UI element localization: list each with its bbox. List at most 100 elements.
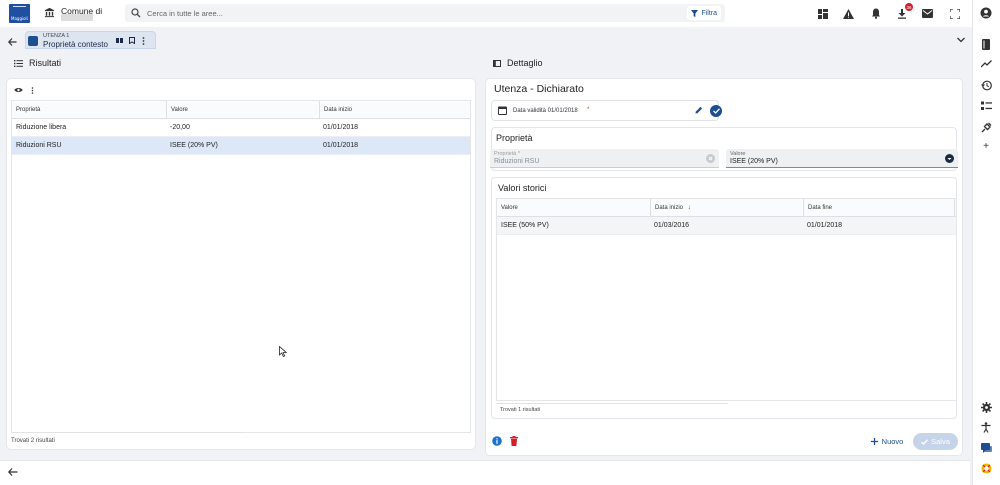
dashboard-icon[interactable] bbox=[815, 6, 830, 21]
column-header-valore[interactable]: Valore bbox=[497, 199, 650, 217]
check-icon bbox=[921, 438, 929, 445]
results-panel: Proprietà Valore Data inizio Riduzione l… bbox=[6, 78, 476, 450]
sort-desc-icon[interactable]: ↓ bbox=[688, 205, 691, 211]
column-header-valore[interactable]: Valore bbox=[166, 101, 319, 119]
divider bbox=[11, 432, 243, 433]
tab-supertitle: UTENZA 1 bbox=[43, 33, 70, 39]
add-widget-icon[interactable]: + bbox=[980, 140, 992, 152]
results-header: Risultati bbox=[14, 58, 61, 68]
cell-data-fine: 01/01/2018 bbox=[807, 222, 843, 229]
mail-icon[interactable] bbox=[920, 6, 935, 21]
cell-valore: ISEE (50% PV) bbox=[501, 222, 549, 229]
property-field-value: Riduzioni RSU bbox=[494, 158, 540, 165]
filter-label: Filtra bbox=[701, 9, 717, 17]
logo-text: Maggioli bbox=[11, 16, 28, 21]
table-row[interactable]: Riduzione libera -20,00 01/01/2018 bbox=[12, 119, 470, 137]
search-input[interactable] bbox=[147, 7, 647, 19]
plus-icon bbox=[870, 438, 878, 445]
info-icon[interactable] bbox=[492, 436, 502, 446]
document-icon bbox=[28, 36, 38, 46]
column-divider bbox=[954, 199, 956, 217]
property-field-disabled: Proprietà * Riduzioni RSU bbox=[490, 149, 719, 168]
column-header-data-fine[interactable]: Data fine bbox=[803, 199, 956, 217]
list-check-icon[interactable] bbox=[980, 100, 992, 112]
properties-title: Proprietà bbox=[496, 133, 533, 143]
book-icon[interactable] bbox=[980, 38, 992, 50]
required-marker: * bbox=[587, 107, 590, 113]
value-field-value: ISEE (20% PV) bbox=[730, 158, 778, 165]
new-button-label: Nuovo bbox=[881, 437, 904, 446]
back-arrow-icon[interactable] bbox=[8, 38, 17, 46]
dropdown-icon[interactable] bbox=[945, 154, 954, 163]
clear-icon bbox=[706, 154, 715, 163]
tab-more-icon[interactable] bbox=[142, 37, 145, 45]
bookmark-icon[interactable] bbox=[129, 37, 135, 44]
filter-button[interactable]: Filtra bbox=[687, 6, 721, 20]
cell-valore: ISEE (20% PV) bbox=[170, 142, 218, 149]
value-select[interactable]: Valore ISEE (20% PV) bbox=[726, 149, 958, 168]
table-row[interactable]: ISEE (50% PV) 01/03/2016 01/01/2018 bbox=[497, 217, 956, 235]
fullscreen-icon[interactable] bbox=[947, 6, 962, 21]
account-icon[interactable] bbox=[980, 7, 992, 19]
results-table: Proprietà Valore Data inizio Riduzione l… bbox=[11, 100, 471, 433]
bottom-bar bbox=[0, 460, 970, 485]
tab-proprieta-contesto[interactable]: UTENZA 1 Proprietà contesto bbox=[25, 31, 156, 49]
trend-icon[interactable] bbox=[980, 58, 992, 70]
more-vert-icon[interactable] bbox=[31, 87, 34, 94]
confirm-date-button[interactable] bbox=[710, 105, 722, 117]
chevron-down-icon[interactable] bbox=[957, 37, 965, 43]
new-button[interactable]: Nuovo bbox=[866, 433, 908, 450]
warning-icon[interactable] bbox=[841, 6, 856, 21]
validity-date-bar: Data validità 01/01/2018 * bbox=[491, 100, 722, 121]
app-logo[interactable]: Maggioli bbox=[9, 4, 30, 23]
divider bbox=[496, 403, 728, 404]
cell-data-inizio: 01/01/2018 bbox=[323, 142, 359, 149]
detail-header: Dettaglio bbox=[493, 58, 543, 68]
support-icon[interactable] bbox=[980, 462, 992, 474]
detail-panel: Utenza - Dichiarato Data validità 01/01/… bbox=[485, 78, 963, 456]
table-row-selected[interactable]: Riduzioni RSU ISEE (20% PV) 01/01/2018 bbox=[12, 137, 470, 155]
detail-title: Utenza - Dichiarato bbox=[494, 83, 584, 95]
eye-icon[interactable] bbox=[14, 87, 23, 93]
back-arrow-icon[interactable] bbox=[8, 468, 18, 476]
bell-icon[interactable] bbox=[868, 6, 883, 21]
delete-icon[interactable] bbox=[510, 436, 518, 446]
global-search[interactable]: Filtra bbox=[125, 4, 725, 22]
plugin-icon[interactable] bbox=[980, 121, 992, 133]
value-field-label: Valore bbox=[730, 151, 746, 157]
calendar-icon[interactable] bbox=[498, 106, 507, 115]
history-section: Valori storici Valore Data inizio ↓ Data… bbox=[491, 177, 957, 419]
column-header-data-inizio-label: Data inizio bbox=[655, 205, 684, 211]
search-icon bbox=[131, 8, 141, 18]
accessibility-icon[interactable] bbox=[980, 421, 992, 433]
cell-proprieta: Riduzione libera bbox=[16, 124, 67, 131]
history-count: Trovati 1 risultati bbox=[500, 407, 541, 413]
history-table: Valore Data inizio ↓ Data fine ISEE (50%… bbox=[496, 198, 957, 401]
cell-valore: -20,00 bbox=[170, 124, 190, 131]
municipality-icon[interactable] bbox=[44, 7, 55, 18]
mouse-cursor bbox=[279, 346, 287, 357]
column-header-data-inizio[interactable]: Data inizio bbox=[319, 101, 470, 119]
cell-proprieta: Riduzioni RSU bbox=[16, 142, 62, 149]
pin-icon[interactable] bbox=[116, 37, 123, 44]
download-count-badge: 36 bbox=[905, 3, 913, 11]
edit-icon[interactable] bbox=[695, 106, 703, 114]
cell-data-inizio: 01/01/2018 bbox=[323, 124, 359, 131]
validity-date-label: Data validità 01/01/2018 bbox=[513, 108, 578, 114]
tab-title: Proprietà contesto bbox=[43, 40, 108, 49]
history-icon[interactable] bbox=[980, 79, 992, 91]
detail-title-header: Dettaglio bbox=[507, 58, 543, 68]
settings-icon[interactable] bbox=[980, 401, 992, 413]
panel-icon bbox=[493, 59, 501, 67]
cell-data-inizio: 01/03/2016 bbox=[654, 222, 690, 229]
chat-icon[interactable] bbox=[980, 442, 992, 454]
property-field-label: Proprietà * bbox=[494, 151, 520, 157]
results-count: Trovati 2 risultati bbox=[11, 438, 55, 444]
column-header-proprieta[interactable]: Proprietà bbox=[12, 101, 166, 119]
history-title: Valori storici bbox=[498, 183, 547, 193]
results-title: Risultati bbox=[29, 58, 62, 68]
column-header-data-inizio[interactable]: Data inizio ↓ bbox=[650, 199, 803, 217]
list-icon bbox=[14, 59, 23, 67]
save-button[interactable]: Salva bbox=[913, 433, 958, 450]
comune-name-redacted bbox=[61, 14, 93, 21]
